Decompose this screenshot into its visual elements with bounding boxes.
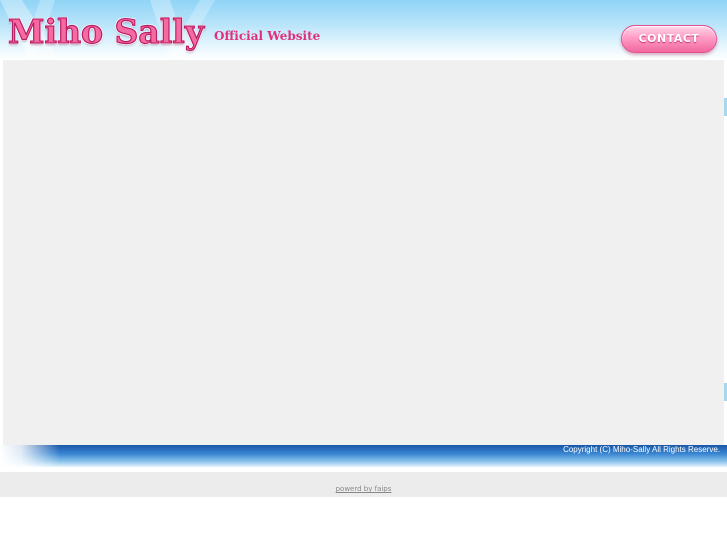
- footer-fade-decoration: [0, 445, 60, 467]
- copyright-text: Copyright (C) Miho-Sally All Rights Rese…: [563, 445, 720, 454]
- main-content-area: [3, 60, 724, 445]
- page: Miho Sally Official Website CONTACT Copy…: [0, 0, 727, 545]
- powered-by-link[interactable]: powerd by faips: [336, 485, 392, 493]
- footer-bar: Copyright (C) Miho-Sally All Rights Rese…: [0, 445, 727, 467]
- site-logo[interactable]: Miho Sally: [7, 11, 204, 52]
- site-tagline: Official Website: [214, 29, 321, 43]
- powered-by: powerd by faips: [0, 485, 727, 494]
- contact-button[interactable]: CONTACT: [621, 25, 717, 53]
- site-header: Miho Sally Official Website CONTACT: [0, 0, 727, 60]
